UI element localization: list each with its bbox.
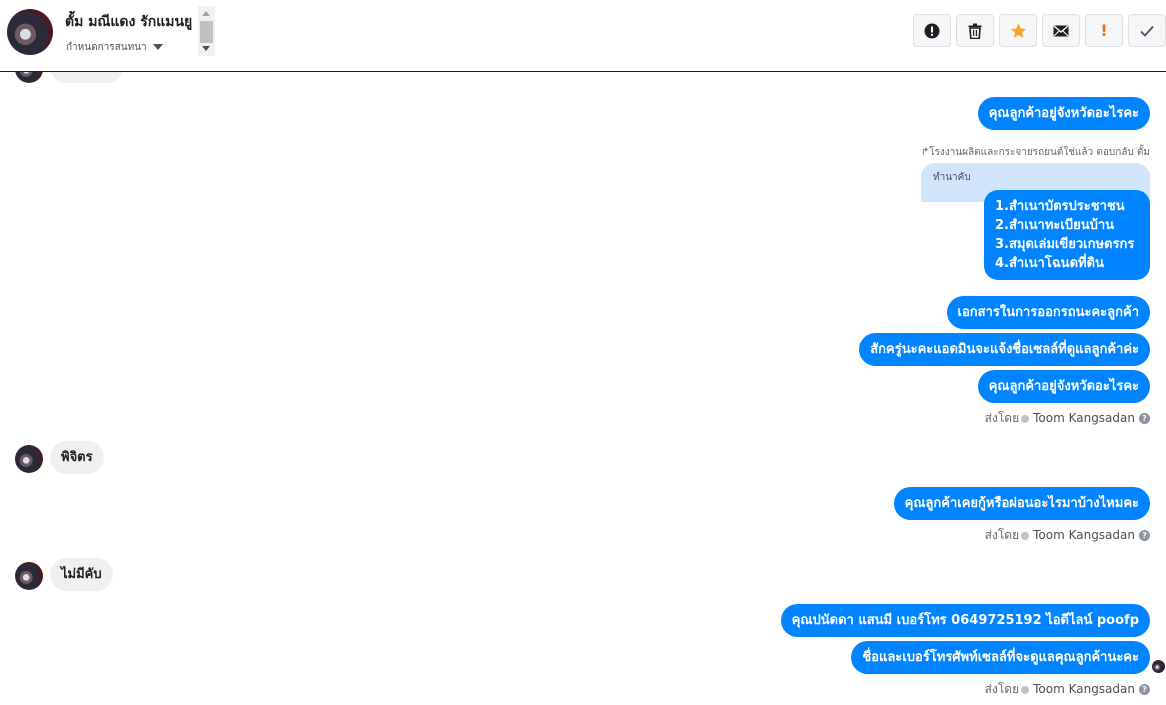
conversation-label-dropdown[interactable]: กำหนดการสนทนา — [66, 40, 163, 55]
documents-list-bubble: 1.สำเนาบัตรประชาชน 2.สำเนาทะเบียนบ้าน 3.… — [984, 190, 1150, 280]
reply-arrow-icon: ↱ — [920, 147, 930, 158]
header-scrollbar[interactable] — [198, 6, 215, 56]
document-item: 1.สำเนาบัตรประชาชน — [995, 199, 1125, 214]
conversation-label-text: กำหนดการสนทนา — [66, 42, 147, 53]
sent-by-agent[interactable]: Toom Kangsadan — [1033, 682, 1135, 696]
scroll-thumb[interactable] — [200, 21, 213, 43]
exclamation-circle-icon — [924, 23, 940, 38]
help-icon[interactable]: ? — [1139, 413, 1150, 424]
sent-by-prefix: ส่งโดย — [984, 528, 1020, 542]
sent-by-label: ส่งโดย Toom Kangsadan? — [985, 409, 1150, 428]
incoming-message-bubble: พิจิตร — [50, 441, 104, 474]
contact-message-avatar — [15, 72, 43, 83]
exclamation-mark-icon: ! — [1100, 21, 1108, 40]
scroll-up-arrow-icon[interactable] — [202, 11, 210, 16]
sent-by-label: ส่งโดย Toom Kangsadan? — [985, 680, 1150, 699]
trash-icon — [968, 23, 982, 39]
outgoing-message-bubble: ชื่อและเบอร์โทรศัพท์เซลล์ที่จะดูแลคุณลูก… — [851, 641, 1150, 674]
contact-avatar[interactable] — [7, 9, 53, 55]
outgoing-message-bubble: คุณลูกค้าเคยกู้หรือผ่อนอะไรมาบ้างไหมคะ — [893, 487, 1150, 520]
caret-down-icon — [152, 44, 163, 50]
sent-by-prefix: ส่งโดย — [984, 682, 1020, 696]
help-icon[interactable]: ? — [1139, 530, 1150, 541]
mark-unread-button[interactable] — [1042, 14, 1080, 47]
help-icon[interactable]: ? — [1139, 684, 1150, 695]
reply-context: ↱โรงงานผลิตและกระจายรถยนต์ใช่แล้ว ตอบกลั… — [921, 145, 1150, 160]
star-icon — [1010, 23, 1026, 38]
spam-button[interactable] — [913, 14, 951, 47]
mark-done-button[interactable] — [1128, 14, 1166, 47]
check-icon — [1140, 25, 1154, 37]
delete-button[interactable] — [956, 14, 994, 47]
follow-up-button[interactable]: ! — [1085, 14, 1123, 47]
document-item: 4.สำเนาโฉนดที่ดิน — [995, 256, 1104, 271]
sent-by-agent[interactable]: Toom Kangsadan — [1033, 411, 1135, 425]
outgoing-message-bubble: สักครู่นะคะแอดมินจะแจ้งชื่อเซลล์ที่ดูแลล… — [859, 333, 1150, 366]
envelope-icon — [1053, 25, 1069, 36]
sent-by-agent[interactable]: Toom Kangsadan — [1033, 528, 1135, 542]
outgoing-message-bubble: คุณลูกค้าอยู่จังหวัดอะไรคะ — [977, 370, 1150, 403]
agent-status-icon — [1021, 414, 1030, 423]
sent-by-prefix: ส่งโดย — [984, 411, 1020, 425]
contact-message-avatar — [15, 562, 43, 590]
outgoing-message-bubble: เอกสารในการออกรถนะคะลูกค้า — [946, 296, 1150, 329]
sent-by-label: ส่งโดย Toom Kangsadan? — [985, 526, 1150, 545]
seen-receipt-avatar — [1152, 660, 1165, 673]
message-thread[interactable]: คุณลูกค้าอยู่จังหวัดอะไรคะ ↱โรงงานผลิตแล… — [0, 72, 1166, 705]
agent-status-icon — [1021, 531, 1030, 540]
incoming-message-bubble: ไม่มีคับ — [50, 558, 113, 591]
document-item: 2.สำเนาทะเบียนบ้าน — [995, 218, 1115, 233]
star-button[interactable] — [999, 14, 1037, 47]
contact-message-avatar — [15, 445, 43, 473]
incoming-message-bubble — [50, 72, 123, 83]
agent-status-icon — [1021, 685, 1030, 694]
conversation-toolbar: ! — [908, 14, 1166, 47]
scroll-down-arrow-icon[interactable] — [202, 46, 210, 51]
conversation-header: ตั้ม มณีแดง รักแมนยู กำหนดการสนทนา ! — [0, 0, 1166, 72]
contact-name[interactable]: ตั้ม มณีแดง รักแมนยู — [65, 11, 198, 33]
document-item: 3.สมุดเล่มเขียวเกษตรกร — [995, 237, 1135, 252]
outgoing-message-bubble: คุณปนัดดา แสนมี เบอร์โทร 0649725192 ไอดี… — [780, 604, 1150, 637]
outgoing-message-bubble: คุณลูกค้าอยู่จังหวัดอะไรคะ — [977, 97, 1150, 130]
reply-context-text: โรงงานผลิตและกระจายรถยนต์ใช่แล้ว ตอบกลับ… — [929, 147, 1150, 158]
